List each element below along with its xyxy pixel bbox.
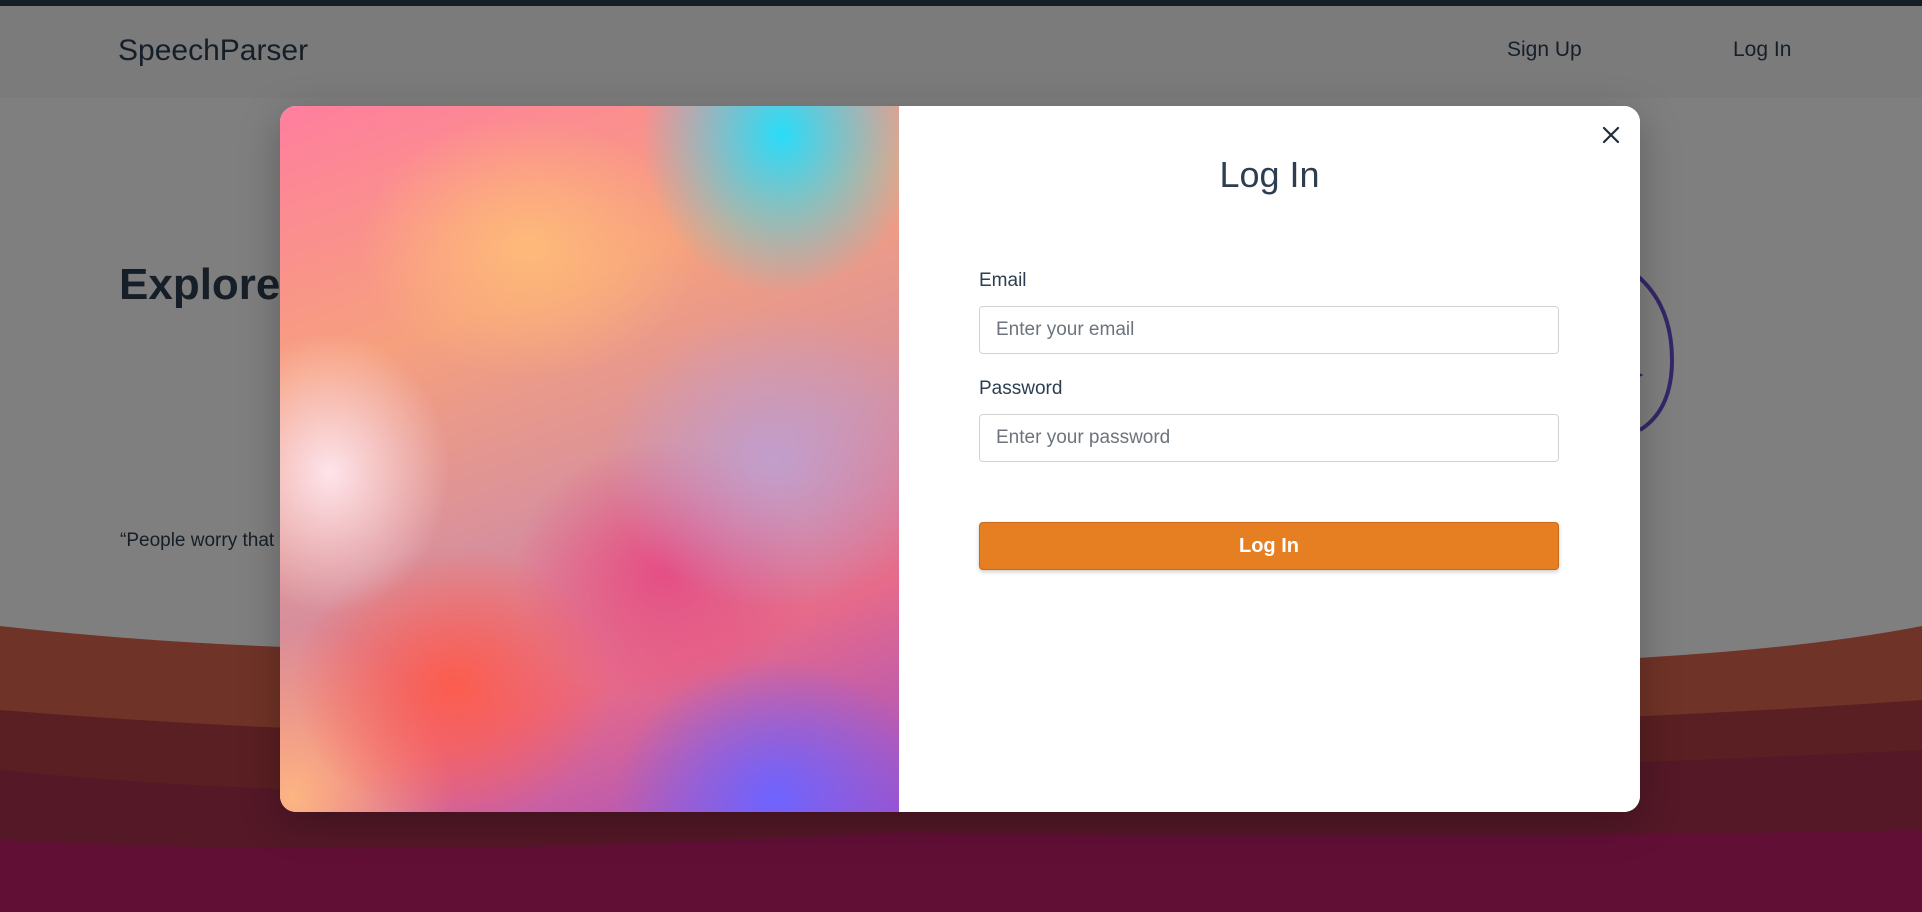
- email-input[interactable]: [979, 306, 1559, 354]
- login-form: Log In Email Password Log In: [899, 106, 1640, 812]
- password-input[interactable]: [979, 414, 1559, 462]
- modal-gradient-art: [280, 106, 899, 812]
- log-in-button[interactable]: Log In: [979, 522, 1559, 570]
- password-label: Password: [979, 378, 1063, 399]
- modal-title: Log In: [1219, 154, 1320, 195]
- email-label: Email: [979, 270, 1027, 291]
- login-modal: Log In Email Password Log In: [280, 106, 1640, 812]
- page: SpeechParser Sign Up Log In Explore th v…: [0, 0, 1922, 912]
- close-icon[interactable]: [1596, 120, 1626, 150]
